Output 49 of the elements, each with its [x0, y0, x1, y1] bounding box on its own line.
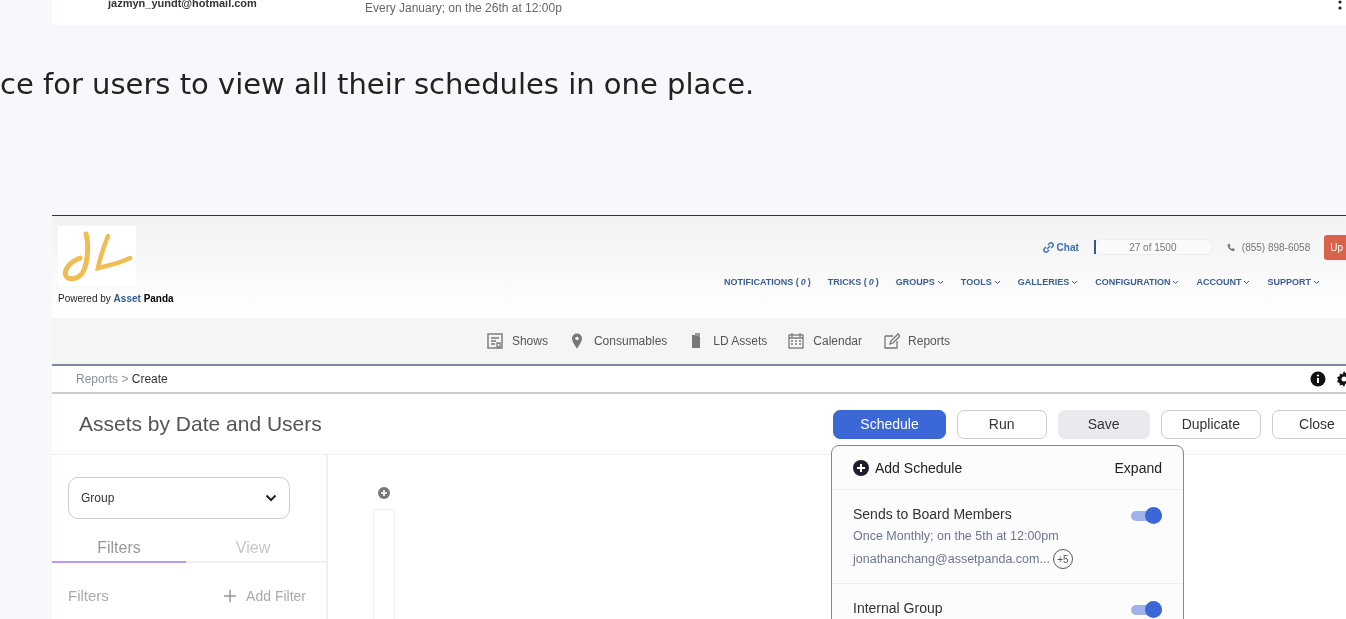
list-icon [485, 332, 504, 350]
action-button[interactable]: Close [1272, 409, 1346, 439]
add-icon[interactable] [378, 487, 390, 499]
plus-icon [224, 589, 237, 602]
schedule-name: Sends to Board Members [853, 506, 1012, 522]
nav-menu-item[interactable]: TRICKS ( 0 ) [827, 277, 879, 287]
action-button[interactable]: Duplicate [1160, 409, 1261, 439]
subnav-link[interactable]: Consumables [567, 332, 668, 350]
phone-icon [1226, 242, 1236, 252]
schedule-button[interactable]: Schedule [833, 409, 946, 439]
nav-menu-item[interactable]: SUPPORT [1267, 277, 1320, 287]
breadcrumb[interactable]: Reports > Create [76, 372, 168, 386]
action-button[interactable]: Run [956, 409, 1047, 439]
calendar-icon [787, 332, 806, 350]
info-icon[interactable] [1310, 371, 1326, 387]
nav-menu-item[interactable]: GALLERIES [1017, 277, 1079, 287]
expand-link[interactable]: Expand [1114, 459, 1162, 476]
schedule-frequency: Once Monthly; on the 5th at 12:00pm [853, 529, 1060, 543]
add-schedule-link[interactable]: Add Schedule [853, 459, 963, 476]
nav-menu-item[interactable]: TOOLS [960, 277, 1001, 287]
add-icon [853, 459, 869, 476]
phone-number: (855) 898-6058 [1226, 241, 1311, 253]
subnav-link[interactable]: Reports [882, 332, 951, 350]
report-title: Assets by Date and Users [79, 412, 322, 436]
schedule-frequency: Every January; on the 26th at 12:00p [365, 1, 562, 15]
toggle-switch[interactable] [1131, 600, 1162, 619]
group-dropdown[interactable]: Group [68, 477, 290, 519]
usage-meter: 27 of 1500 [1092, 239, 1213, 255]
recipient-email: jazmyn_yundt@hotmail.com [108, 0, 257, 9]
nav-menu-item[interactable]: NOTIFICATIONS ( 0 ) [723, 277, 811, 287]
upgrade-button[interactable]: Up [1324, 234, 1346, 260]
filters-label: Filters [68, 587, 109, 604]
subnav-link[interactable]: Shows [485, 332, 548, 350]
edit-icon [882, 332, 901, 350]
nav-menu-item[interactable]: CONFIGURATION [1095, 277, 1180, 287]
more-icon[interactable] [1338, 0, 1342, 10]
toggle-switch[interactable] [1131, 506, 1162, 526]
link-icon [1042, 241, 1054, 253]
subnav-link[interactable]: Calendar [787, 332, 863, 350]
intro-text: ce for users to view all their schedules in one place. [0, 66, 756, 103]
chat-link[interactable]: Chat [1042, 241, 1079, 253]
schedule-name: Internal Group [853, 600, 943, 616]
nav-menu-item[interactable]: ACCOUNT [1196, 277, 1251, 287]
powered-by-text: Powered by Asset Panda [58, 293, 174, 304]
action-button[interactable]: Save [1057, 409, 1150, 439]
subnav-link[interactable]: LD Assets [687, 332, 768, 350]
nav-menu-item[interactable]: GROUPS [895, 277, 944, 287]
recipient-email: jonathanchang@assetpanda.com... [853, 552, 1050, 566]
chevron-icon [265, 494, 277, 502]
